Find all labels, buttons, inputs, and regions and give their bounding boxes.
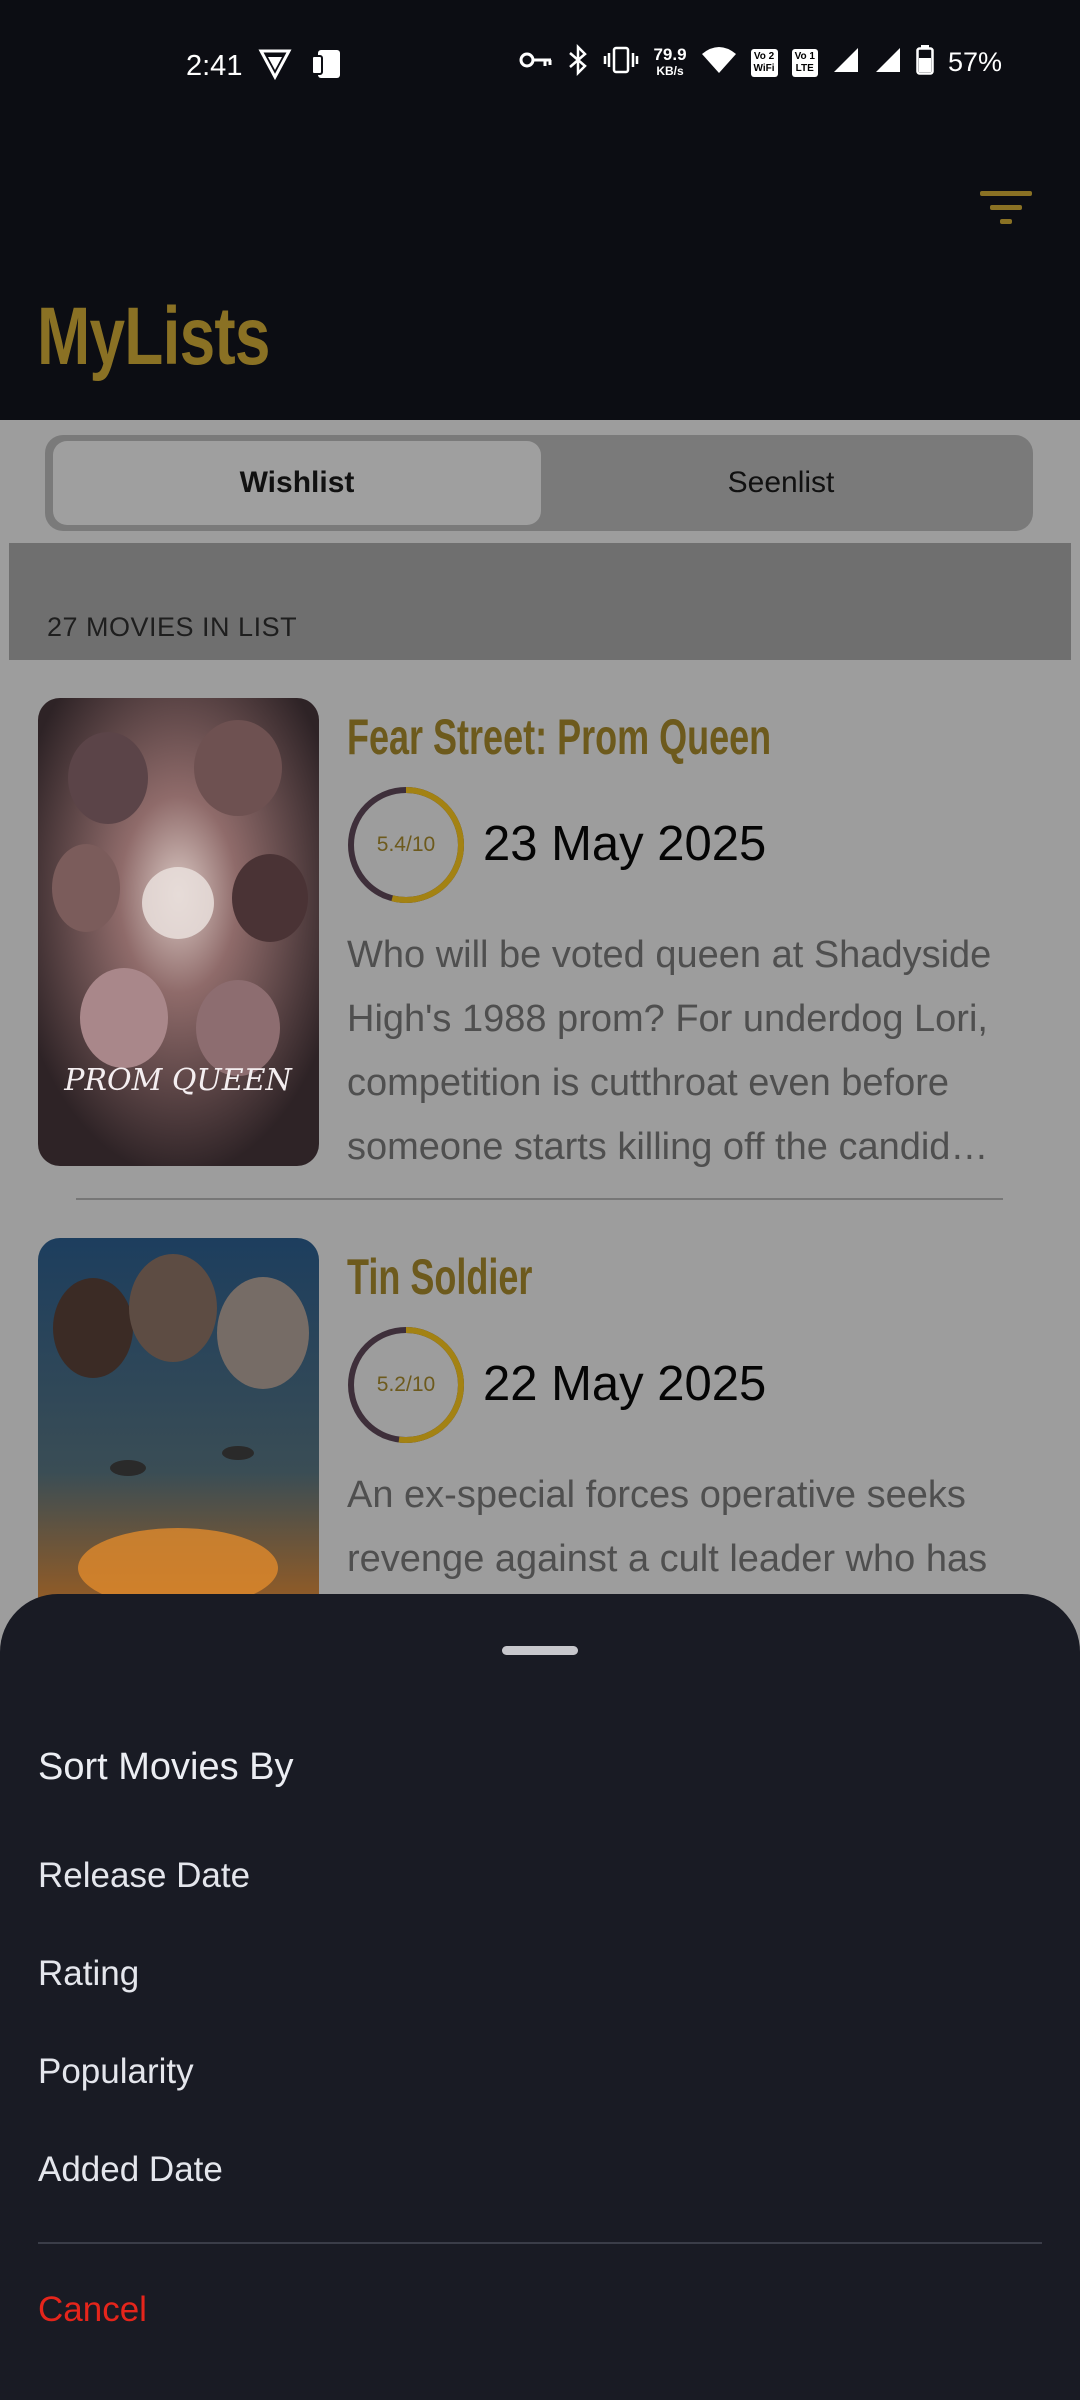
divider (38, 2242, 1042, 2244)
rating-ring: 5.4/10 (347, 786, 465, 904)
release-date: 22 May 2025 (483, 1357, 767, 1411)
sim1-badge: Vo 1 LTE (791, 48, 818, 77)
cancel-button[interactable]: Cancel (38, 2290, 147, 2330)
divider (76, 1198, 1003, 1200)
movie-title: Tin Soldier (347, 1249, 533, 1305)
sort-option-popularity[interactable]: Popularity (38, 2052, 194, 2092)
wifi-icon (701, 46, 737, 79)
signal-icon (832, 46, 860, 79)
rating-value: 5.2/10 (376, 1373, 436, 1396)
vibrate-icon (603, 46, 639, 79)
rating-value: 5.4/10 (376, 833, 436, 856)
movie-count: 27 MOVIES IN LIST (47, 612, 298, 642)
vpn-shield-icon (258, 48, 292, 84)
filter-icon (980, 191, 1032, 224)
drag-handle[interactable] (502, 1646, 578, 1655)
bluetooth-icon (567, 43, 589, 81)
movie-description: An ex-special forces operative seeks rev… (347, 1474, 988, 1580)
movie-description: Who will be voted queen at Shadyside Hig… (347, 934, 992, 1168)
movie-title: Fear Street: Prom Queen (347, 709, 772, 765)
list-toggle: Wishlist Seenlist (45, 435, 1033, 531)
sheet-title: Sort Movies By (38, 1746, 294, 1788)
rating-ring: 5.2/10 (347, 1326, 465, 1444)
battery-percent: 57% (947, 47, 1002, 77)
filter-button[interactable] (976, 185, 1036, 231)
sort-option-added-date[interactable]: Added Date (38, 2150, 223, 2190)
sim2-badge: Vo 2 WiFi (750, 48, 778, 77)
movie-poster[interactable]: PROM QUEEN (38, 698, 319, 1166)
sort-bottom-sheet: Sort Movies By Release Date Rating Popul… (0, 1594, 1080, 2400)
device-icon (310, 48, 344, 84)
tab-seenlist[interactable]: Seenlist (537, 441, 1025, 525)
release-date: 23 May 2025 (483, 817, 767, 871)
sort-option-release-date[interactable]: Release Date (38, 1856, 250, 1896)
page-title: MyLists (37, 291, 270, 382)
net-speed: 79.9 KB/s (653, 44, 687, 78)
status-bar: 2:41 79.9 KB/s Vo 2 WiFi Vo 1 LTE 57% (0, 0, 1080, 135)
signal-icon (874, 46, 902, 79)
battery-icon (916, 45, 934, 80)
poster-title: PROM QUEEN (63, 1063, 293, 1098)
sort-option-rating[interactable]: Rating (38, 1954, 139, 1994)
key-icon (519, 48, 553, 77)
tab-wishlist[interactable]: Wishlist (53, 441, 541, 525)
status-time: 2:41 (186, 50, 243, 82)
